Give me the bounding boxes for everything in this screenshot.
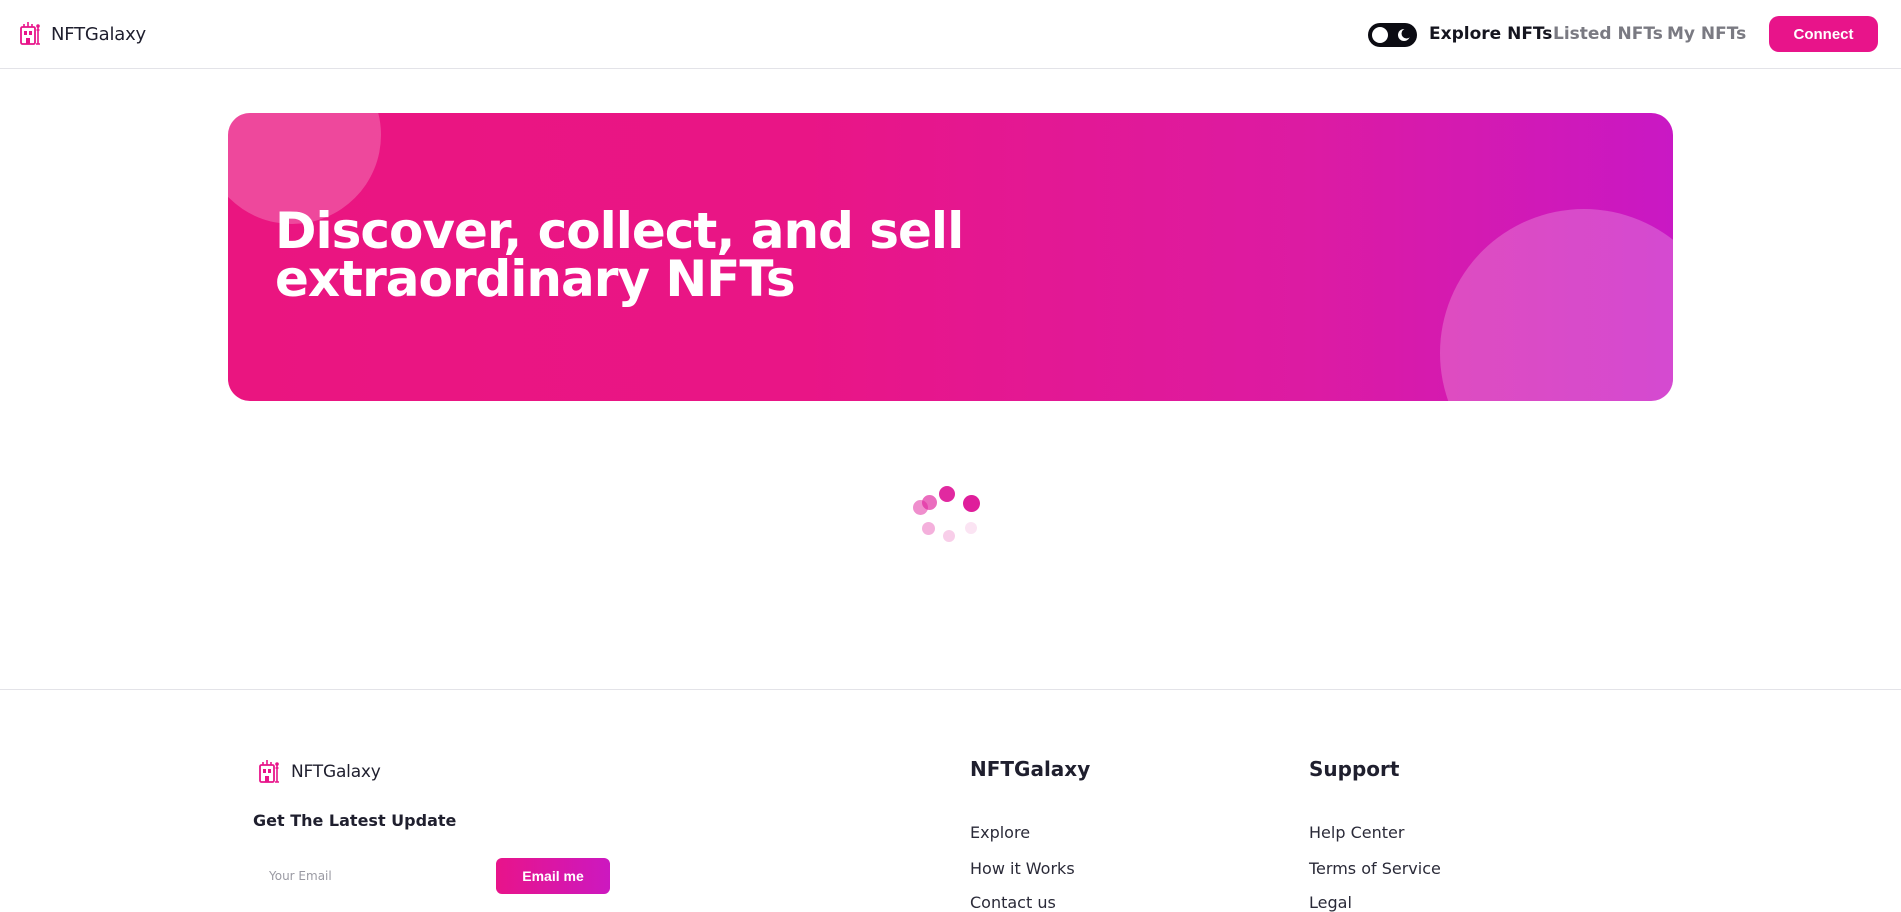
nav-my-nfts[interactable]: My NFTs [1667, 24, 1746, 44]
nft-logo-icon [259, 760, 279, 783]
footer-col-nftgalaxy-title: NFTGalaxy [970, 757, 1091, 781]
hero-title-line2: extraordinary NFTs [275, 250, 796, 308]
hero-title-line1: Discover, collect, and sell [275, 202, 964, 260]
brand-name: NFTGalaxy [51, 23, 147, 45]
spinner-dot [922, 495, 937, 510]
footer-brand[interactable]: NFTGalaxy [258, 759, 381, 785]
footer-link-explore[interactable]: Explore [970, 823, 1030, 842]
footer-link-terms[interactable]: Terms of Service [1309, 859, 1441, 878]
footer-link-help-center[interactable]: Help Center [1309, 823, 1404, 842]
email-me-button[interactable]: Email me [496, 858, 610, 894]
footer-link-how-it-works[interactable]: How it Works [970, 859, 1075, 878]
nav-listed-nfts[interactable]: Listed NFTs [1553, 24, 1663, 44]
footer-link-contact-us[interactable]: Contact us [970, 893, 1056, 912]
hero-banner: Discover, collect, and sell extraordinar… [228, 113, 1673, 401]
newsletter-title: Get The Latest Update [253, 811, 457, 830]
spinner-icon [909, 482, 987, 564]
nav-explore-nfts[interactable]: Explore NFTs [1429, 24, 1552, 44]
toggle-knob [1372, 27, 1388, 43]
moon-icon [1398, 28, 1411, 41]
brand-link[interactable]: NFTGalaxy [19, 21, 146, 47]
spinner-dot [943, 530, 955, 542]
spinner-dot [922, 522, 935, 535]
spinner-dot [939, 486, 955, 502]
theme-toggle[interactable] [1368, 23, 1417, 47]
top-navbar: NFTGalaxy Explore NFTs Listed NFTs My NF… [0, 0, 1901, 69]
email-input[interactable] [253, 859, 489, 893]
footer-link-legal[interactable]: Legal [1309, 893, 1352, 912]
footer-brand-name: NFTGalaxy [291, 762, 381, 782]
connect-button[interactable]: Connect [1769, 16, 1878, 52]
spinner-dot [965, 522, 977, 534]
hero-title: Discover, collect, and sell extraordinar… [275, 202, 1055, 308]
decorative-circle [1440, 209, 1673, 401]
footer-col-support-title: Support [1309, 757, 1400, 781]
nft-logo-icon [20, 22, 40, 45]
spinner-dot [963, 495, 980, 512]
